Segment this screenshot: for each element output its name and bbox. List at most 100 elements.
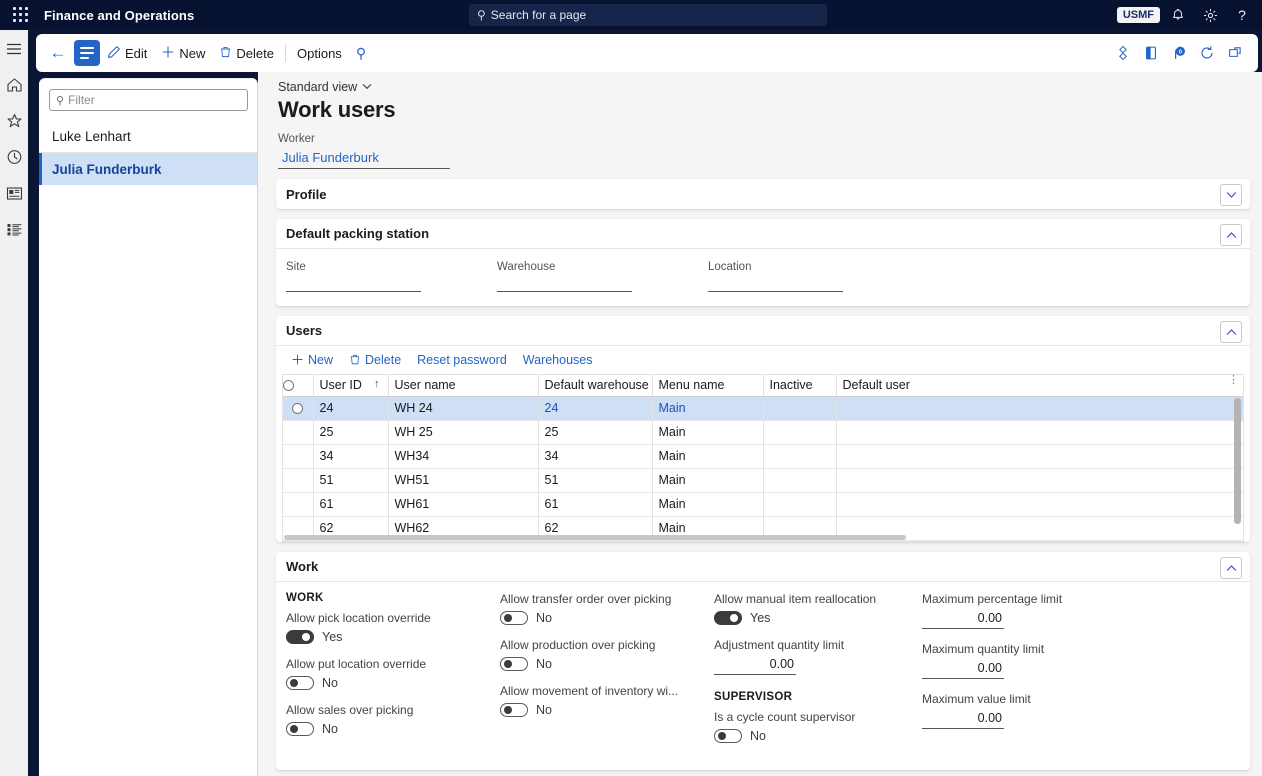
cell-default-warehouse[interactable]: 24 (538, 396, 653, 421)
table-row[interactable]: 51 WH51 51 Main (283, 468, 1243, 493)
modules-icon[interactable] (3, 218, 25, 240)
allow-production-over-picking-toggle[interactable] (500, 656, 528, 671)
location-field-input[interactable] (708, 291, 843, 292)
home-icon[interactable] (3, 74, 25, 96)
maximum-value-limit-input[interactable]: 0.00 (922, 711, 1004, 729)
warehouse-field[interactable]: Warehouse (497, 261, 708, 292)
worker-field-value[interactable]: Julia Funderburk (278, 150, 450, 169)
cell-default-user[interactable] (836, 420, 1243, 445)
warehouse-field-input[interactable] (497, 291, 632, 292)
edit-button[interactable]: Edit (100, 39, 154, 67)
cell-inactive[interactable] (763, 396, 837, 421)
table-row[interactable]: 61 WH61 61 Main (283, 492, 1243, 517)
grid-reset-password-button[interactable]: Reset password (410, 348, 514, 372)
delete-button[interactable]: Delete (212, 39, 281, 67)
chevron-up-icon[interactable] (1220, 321, 1242, 343)
question-icon[interactable]: ? (1228, 0, 1256, 30)
cell-default-user[interactable] (836, 468, 1243, 493)
adjustment-quantity-limit-input[interactable]: 0.00 (714, 657, 796, 675)
allow-transfer-order-over-picking-toggle[interactable] (500, 610, 528, 625)
cell-default-user[interactable] (836, 444, 1243, 469)
company-badge[interactable]: USMF (1116, 7, 1160, 23)
column-header-default-warehouse[interactable]: Default warehouse (538, 375, 653, 397)
cell-user-id[interactable]: 61 (313, 492, 389, 517)
row-select-cell[interactable] (283, 396, 314, 421)
table-vertical-scrollbar[interactable] (1234, 398, 1241, 524)
cell-menu-name[interactable]: Main (652, 492, 764, 517)
back-arrow-icon[interactable]: ← (44, 39, 72, 67)
site-field-input[interactable] (286, 291, 421, 292)
grid-delete-button[interactable]: Delete (342, 348, 408, 372)
section-users-header[interactable]: Users (276, 316, 1250, 346)
select-all-header[interactable] (283, 375, 314, 397)
cell-user-name[interactable]: WH34 (388, 444, 539, 469)
allow-put-location-override-toggle[interactable] (286, 675, 314, 690)
column-header-user-id[interactable]: ↑ User ID (313, 375, 389, 397)
section-profile-header[interactable]: Profile (276, 179, 1250, 209)
is-a-cycle-count-supervisor-toggle[interactable] (714, 728, 742, 743)
filter-input[interactable]: ⚲ Filter (49, 89, 248, 111)
table-row[interactable]: 24 WH 24 24 Main (283, 396, 1243, 421)
column-header-default-user[interactable]: Default user ⋮ (836, 375, 1243, 397)
cell-user-id[interactable]: 24 (313, 396, 389, 421)
show-list-icon[interactable] (74, 40, 100, 66)
cell-user-id[interactable]: 25 (313, 420, 389, 445)
cell-inactive[interactable] (763, 444, 837, 469)
section-work-header[interactable]: Work (276, 552, 1250, 582)
chevron-down-icon[interactable] (1220, 184, 1242, 206)
bell-icon[interactable] (1164, 0, 1192, 30)
cell-default-user[interactable] (836, 396, 1243, 421)
column-options-icon[interactable]: ⋮ (1228, 375, 1239, 386)
cell-menu-name[interactable]: Main (652, 420, 764, 445)
table-horizontal-scrollbar[interactable] (284, 534, 906, 540)
chevron-up-icon[interactable] (1220, 556, 1242, 579)
global-search-input[interactable]: ⚲ Search for a page (469, 4, 827, 26)
open-in-new-window-icon[interactable] (1222, 40, 1248, 66)
cell-user-name[interactable]: WH 25 (388, 420, 539, 445)
cell-default-warehouse[interactable]: 25 (538, 420, 653, 445)
grid-warehouses-button[interactable]: Warehouses (516, 348, 600, 372)
cell-inactive[interactable] (763, 468, 837, 493)
location-field[interactable]: Location (708, 261, 919, 292)
allow-movement-of-inventory-toggle[interactable] (500, 702, 528, 717)
cell-inactive[interactable] (763, 420, 837, 445)
share-icon[interactable] (1110, 40, 1136, 66)
cell-menu-name[interactable]: Main (652, 444, 764, 469)
cell-menu-name[interactable]: Main (652, 396, 764, 421)
options-button[interactable]: Options (290, 39, 349, 67)
list-item[interactable]: Julia Funderburk (39, 153, 257, 185)
cell-default-warehouse[interactable]: 61 (538, 492, 653, 517)
column-header-menu-name[interactable]: Menu name (652, 375, 764, 397)
cell-default-warehouse[interactable]: 34 (538, 444, 653, 469)
maximum-percentage-limit-input[interactable]: 0.00 (922, 611, 1004, 629)
cell-inactive[interactable] (763, 492, 837, 517)
maximum-quantity-limit-input[interactable]: 0.00 (922, 661, 1004, 679)
workspaces-icon[interactable] (3, 182, 25, 204)
allow-sales-over-picking-toggle[interactable] (286, 721, 314, 736)
refresh-icon[interactable] (1194, 40, 1220, 66)
allow-pick-location-override-toggle[interactable] (286, 629, 314, 644)
clock-icon[interactable] (3, 146, 25, 168)
row-select-cell[interactable] (283, 420, 314, 445)
cell-user-id[interactable]: 51 (313, 468, 389, 493)
cell-user-name[interactable]: WH51 (388, 468, 539, 493)
cell-user-name[interactable]: WH 24 (388, 396, 539, 421)
view-selector[interactable]: Standard view (278, 80, 372, 94)
powerapps-icon[interactable]: 0 (1166, 40, 1192, 66)
grid-new-button[interactable]: New (284, 348, 340, 372)
cell-menu-name[interactable]: Main (652, 468, 764, 493)
row-select-cell[interactable] (283, 468, 314, 493)
cell-user-name[interactable]: WH61 (388, 492, 539, 517)
command-search-button[interactable]: ⚲ (349, 39, 373, 67)
table-row[interactable]: 34 WH34 34 Main (283, 444, 1243, 469)
cell-default-warehouse[interactable]: 51 (538, 468, 653, 493)
hamburger-icon[interactable] (3, 38, 25, 60)
cell-user-id[interactable]: 34 (313, 444, 389, 469)
cell-default-user[interactable] (836, 492, 1243, 517)
star-icon[interactable] (3, 110, 25, 132)
radio-icon[interactable] (292, 403, 304, 415)
chevron-up-icon[interactable] (1220, 224, 1242, 246)
office-app-icon[interactable] (1138, 40, 1164, 66)
column-header-inactive[interactable]: Inactive (763, 375, 837, 397)
list-item[interactable]: Luke Lenhart (39, 121, 257, 153)
